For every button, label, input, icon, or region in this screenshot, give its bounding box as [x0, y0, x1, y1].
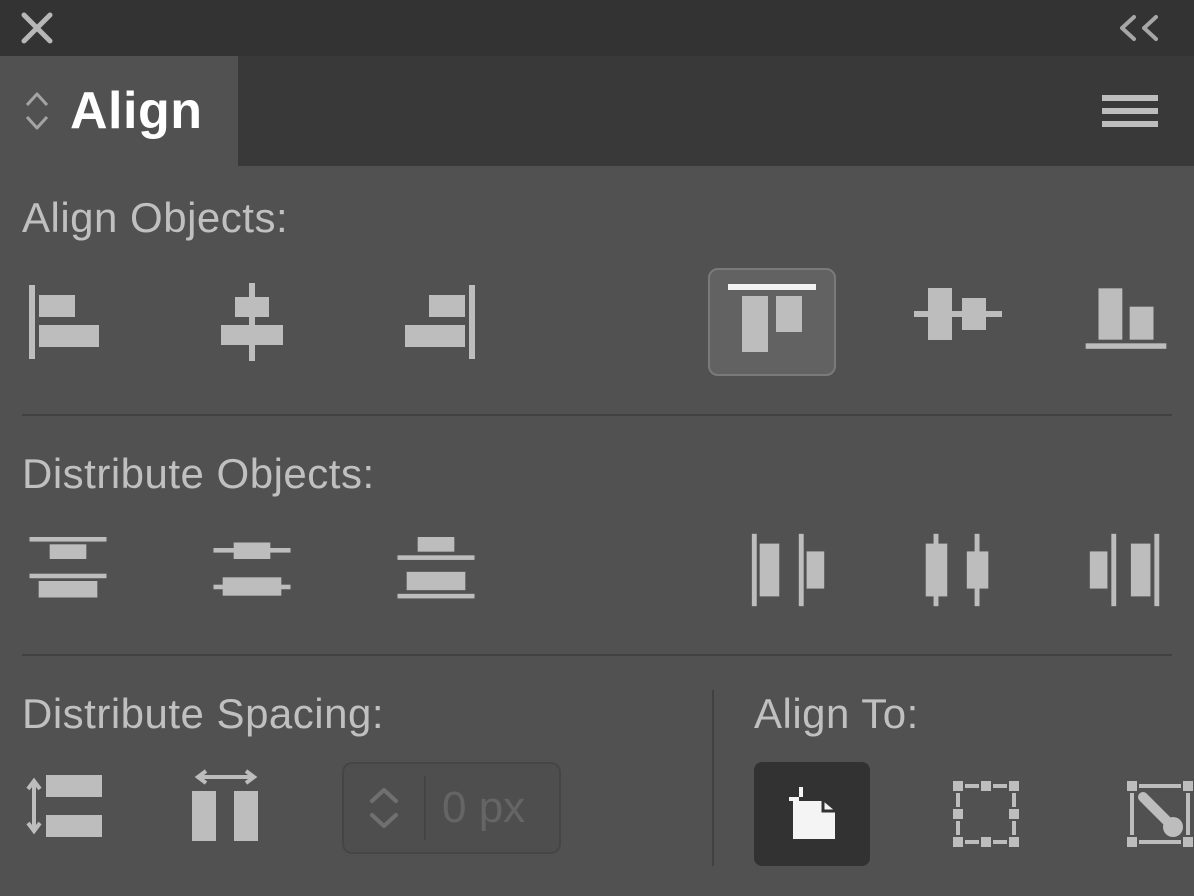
divider-2 [22, 654, 1172, 656]
dist-h-center-icon [914, 529, 1002, 611]
align-to-selection-icon [949, 777, 1023, 851]
align-v-center-button[interactable] [912, 268, 1004, 360]
align-right-icon [395, 285, 477, 359]
dist-v-center-button[interactable] [206, 524, 298, 616]
align-to-label: Align To: [754, 690, 1194, 738]
distribute-spacing-label: Distribute Spacing: [22, 690, 682, 738]
dist-v-bottom-icon [392, 530, 480, 610]
align-to-artboard-icon [779, 781, 845, 847]
spacing-spinner[interactable]: 0 px [342, 762, 561, 854]
panel-tabrow: Align [0, 56, 1194, 166]
dist-h-right-icon [1082, 529, 1170, 611]
tab-spacer [238, 56, 1194, 166]
align-right-button[interactable] [390, 276, 482, 368]
dist-space-v-icon [24, 771, 110, 845]
distribute-objects-label: Distribute Objects: [22, 450, 1172, 498]
spinner-arrows-icon[interactable] [344, 764, 424, 852]
align-h-center-icon [211, 283, 293, 361]
align-objects-row [22, 268, 1172, 376]
align-h-center-button[interactable] [206, 276, 298, 368]
dist-h-right-button[interactable] [1080, 524, 1172, 616]
distribute-objects-row [22, 524, 1172, 616]
align-to-key-button[interactable] [1102, 762, 1194, 866]
dist-v-bottom-button[interactable] [390, 524, 482, 616]
expand-icon [22, 90, 52, 132]
align-to-key-icon [1123, 777, 1194, 851]
align-bottom-icon [1082, 276, 1170, 352]
align-to-artboard-button[interactable] [754, 762, 870, 866]
align-left-button[interactable] [22, 276, 114, 368]
tab-title: Align [70, 81, 202, 141]
dist-h-center-button[interactable] [912, 524, 1004, 616]
panel-topbar [0, 0, 1194, 56]
spacing-value[interactable]: 0 px [426, 783, 559, 833]
align-left-icon [27, 285, 109, 359]
menu-icon[interactable] [1102, 93, 1158, 129]
align-top-button[interactable] [708, 268, 836, 376]
divider-1 [22, 414, 1172, 416]
dist-h-left-icon [746, 529, 834, 611]
dist-v-center-icon [208, 530, 296, 610]
align-bottom-button[interactable] [1080, 268, 1172, 360]
dist-v-top-button[interactable] [22, 524, 114, 616]
close-icon[interactable] [20, 11, 54, 45]
collapse-icon[interactable] [1116, 13, 1174, 43]
align-objects-label: Align Objects: [22, 194, 1172, 242]
tab-align[interactable]: Align [0, 56, 238, 166]
dist-space-h-icon [186, 767, 268, 849]
dist-space-h-button[interactable] [184, 765, 270, 851]
dist-v-top-icon [24, 530, 112, 610]
align-to-selection-button[interactable] [928, 762, 1044, 866]
dist-h-left-button[interactable] [744, 524, 836, 616]
dist-space-v-button[interactable] [22, 769, 112, 847]
align-v-center-icon [914, 282, 1002, 346]
align-top-icon [724, 284, 820, 360]
